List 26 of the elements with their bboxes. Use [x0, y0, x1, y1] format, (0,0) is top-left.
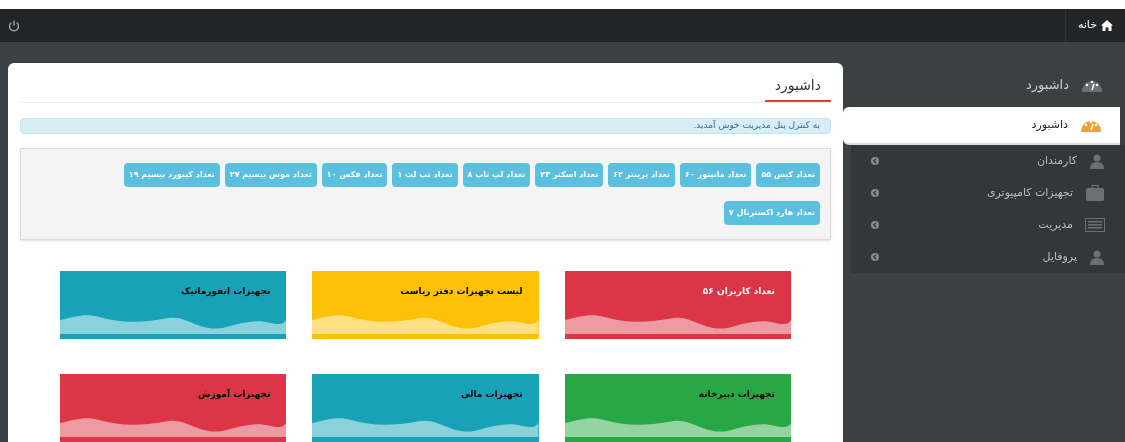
- power-icon: [8, 19, 20, 32]
- card-title: تجهیزات مالی: [459, 388, 524, 402]
- list-icon: [1085, 218, 1105, 232]
- card-title: تجهیزات آموزش: [197, 388, 272, 402]
- stat-card[interactable]: تجهیزات مالی: [312, 374, 539, 442]
- card-title: لیست تجهیزات دفتر ریاست: [399, 285, 524, 299]
- stat-card[interactable]: لیست تجهیزات دفتر ریاست: [312, 271, 539, 339]
- stat-card[interactable]: تجهیزات آموزش: [60, 374, 287, 442]
- sidebar-item[interactable]: داشبورد: [843, 107, 1120, 145]
- sidebar-item[interactable]: پروفایل: [851, 241, 1125, 273]
- card-title: تجهیزات دبیرخانه: [697, 388, 776, 402]
- stat-card[interactable]: تجهیزات انفورماتیک: [60, 271, 287, 339]
- card-title: تعداد کاربران ۵۶: [701, 285, 776, 298]
- user-icon: [1089, 249, 1105, 265]
- sidebar-item[interactable]: کارمندان: [851, 145, 1125, 177]
- user-icon: [1089, 153, 1105, 169]
- page-title: داشبورد: [764, 75, 831, 102]
- sidebar-item[interactable]: مدیریت: [851, 209, 1125, 241]
- suitcase-icon: [1085, 185, 1105, 201]
- welcome-alert: به کنترل پنل مدیریت خوش آمدید.: [20, 118, 831, 134]
- sidebar-item[interactable]: تجهیزات کامپیوتری: [851, 177, 1125, 209]
- home-icon: [1101, 20, 1113, 31]
- card-title: تجهیزات انفورماتیک: [180, 285, 272, 299]
- stat-card[interactable]: تعداد کاربران ۵۶: [564, 271, 791, 339]
- sidebar-header: داشبورد: [843, 63, 1125, 107]
- stat-card[interactable]: تجهیزات دبیرخانه: [564, 374, 791, 442]
